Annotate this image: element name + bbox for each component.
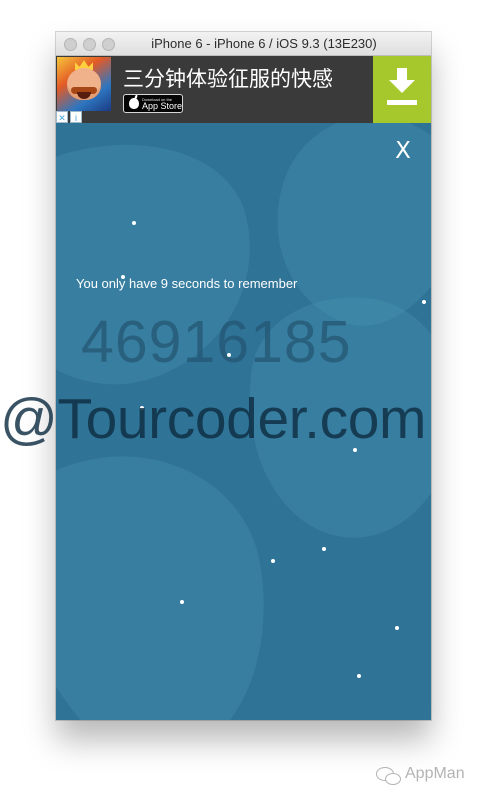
footer-watermark: AppMan xyxy=(376,763,471,787)
wechat-icon xyxy=(376,767,401,785)
window-title: iPhone 6 - iPhone 6 / iOS 9.3 (13E230) xyxy=(151,36,377,51)
window-zoom-dot[interactable] xyxy=(102,38,115,51)
download-arrow-head xyxy=(389,80,415,93)
download-tray-icon xyxy=(387,100,417,105)
download-button[interactable] xyxy=(373,56,431,123)
star-dot xyxy=(132,221,136,225)
ad-badge-row: ✕ i xyxy=(56,111,88,123)
star-dot xyxy=(227,353,231,357)
background-shape xyxy=(56,433,292,720)
star-dot xyxy=(271,559,275,563)
close-button[interactable]: X xyxy=(391,139,415,163)
window-close-dot[interactable] xyxy=(64,38,77,51)
window-minimize-dot[interactable] xyxy=(83,38,96,51)
app-store-badge[interactable]: Download on the App Store xyxy=(123,94,183,113)
star-dot xyxy=(180,600,184,604)
ad-close-icon[interactable]: ✕ xyxy=(56,111,68,123)
simulator-titlebar[interactable]: iPhone 6 - iPhone 6 / iOS 9.3 (13E230) xyxy=(56,32,431,56)
ad-title[interactable]: 三分钟体验征服的快感 xyxy=(123,63,333,93)
star-dot xyxy=(121,275,125,279)
wechat-bubble-b xyxy=(385,773,401,785)
game-character-logo-icon[interactable] xyxy=(57,57,111,111)
ad-info-icon[interactable]: i xyxy=(70,111,82,123)
screenshot-stage: iPhone 6 - iPhone 6 / iOS 9.3 (13E230) ✕… xyxy=(0,0,487,801)
footer-label: AppMan xyxy=(405,765,465,782)
download-arrow-stem xyxy=(397,68,407,81)
star-dot xyxy=(395,626,399,630)
star-dot xyxy=(422,300,426,304)
star-dot xyxy=(357,674,361,678)
apple-icon xyxy=(129,98,139,109)
download-arrow-icon xyxy=(389,68,415,95)
memory-prompt: You only have 9 seconds to remember xyxy=(76,276,298,291)
star-dot xyxy=(322,547,326,551)
watermark: @Tourcoder.com xyxy=(0,387,427,451)
app-store-big-text: App Store xyxy=(142,101,183,111)
ad-banner[interactable]: ✕ i 三分钟体验征服的快感 Download on the App Store xyxy=(56,56,431,123)
memory-number: 46916185 xyxy=(81,309,352,375)
simulator-window: iPhone 6 - iPhone 6 / iOS 9.3 (13E230) ✕… xyxy=(56,32,431,720)
